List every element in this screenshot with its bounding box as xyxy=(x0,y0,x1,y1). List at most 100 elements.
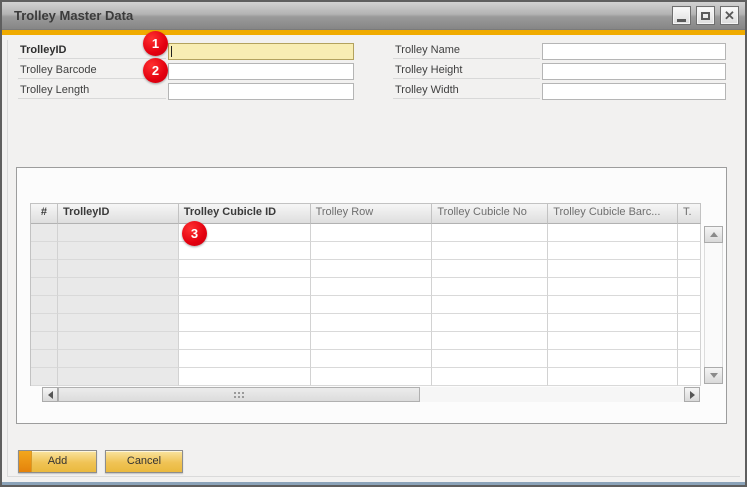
add-button[interactable]: Add xyxy=(18,450,97,473)
row-header-cell[interactable] xyxy=(31,242,58,260)
grid-cell[interactable] xyxy=(548,224,678,242)
row-header-cell[interactable] xyxy=(31,314,58,332)
grid-cell[interactable] xyxy=(58,260,179,278)
grid-cell[interactable] xyxy=(678,296,701,314)
annotation-badge-1: 1 xyxy=(143,31,168,56)
trolley-barcode-input[interactable] xyxy=(168,63,354,80)
grid-cell[interactable] xyxy=(311,242,433,260)
scroll-down-button[interactable] xyxy=(704,367,723,384)
grid-cell[interactable] xyxy=(58,314,179,332)
row-header-cell[interactable] xyxy=(31,350,58,368)
minimize-button[interactable] xyxy=(672,6,691,25)
trolleyid-input[interactable] xyxy=(168,43,354,60)
grid-cell[interactable] xyxy=(548,332,678,350)
row-header-cell[interactable] xyxy=(31,296,58,314)
grid-cell[interactable] xyxy=(548,368,678,386)
column-header-number[interactable]: # xyxy=(31,204,58,224)
grid-cell[interactable] xyxy=(678,242,701,260)
grid-cell[interactable] xyxy=(58,296,179,314)
grid-cell[interactable] xyxy=(179,332,311,350)
grid-cell[interactable] xyxy=(58,224,179,242)
table-row xyxy=(31,314,701,332)
grid-cell[interactable] xyxy=(58,332,179,350)
grid-body xyxy=(31,224,701,386)
grid-cell[interactable] xyxy=(311,224,433,242)
trolley-height-input[interactable] xyxy=(542,63,726,80)
cancel-button[interactable]: Cancel xyxy=(105,450,183,473)
column-header-trolley-cubicle-barcode[interactable]: Trolley Cubicle Barc... xyxy=(548,204,678,224)
table-row xyxy=(31,242,701,260)
grid-cell[interactable] xyxy=(58,350,179,368)
row-header-cell[interactable] xyxy=(31,260,58,278)
trolley-width-input[interactable] xyxy=(542,83,726,100)
grid-cell[interactable] xyxy=(678,278,701,296)
table-row xyxy=(31,278,701,296)
grid-cell[interactable] xyxy=(548,278,678,296)
vertical-scrollbar-track[interactable] xyxy=(704,226,723,384)
grid-cell[interactable] xyxy=(678,350,701,368)
grid-cell[interactable] xyxy=(311,350,433,368)
grid-cell[interactable] xyxy=(58,242,179,260)
grid-cell[interactable] xyxy=(432,242,548,260)
grid-cell[interactable] xyxy=(179,296,311,314)
cancel-button-label: Cancel xyxy=(127,455,161,467)
grid-cell[interactable] xyxy=(678,368,701,386)
grid-cell[interactable] xyxy=(432,314,548,332)
grid-cell[interactable] xyxy=(179,314,311,332)
grid-cell[interactable] xyxy=(311,368,433,386)
scroll-left-button[interactable] xyxy=(42,387,58,402)
grid-cell[interactable] xyxy=(58,368,179,386)
row-header-cell[interactable] xyxy=(31,224,58,242)
grid-cell[interactable] xyxy=(548,242,678,260)
grid-cell[interactable] xyxy=(179,278,311,296)
grid-cell[interactable] xyxy=(432,278,548,296)
column-header-trolley-cubicle-no[interactable]: Trolley Cubicle No xyxy=(432,204,548,224)
grid-cell[interactable] xyxy=(678,332,701,350)
grid-cell[interactable] xyxy=(432,296,548,314)
default-button-indicator xyxy=(19,451,32,472)
thumb-grip-icon xyxy=(234,392,236,394)
trolley-width-label: Trolley Width xyxy=(393,82,540,99)
grid-cell[interactable] xyxy=(179,260,311,278)
accent-bar xyxy=(2,30,745,35)
grid-cell[interactable] xyxy=(432,368,548,386)
grid-cell[interactable] xyxy=(432,224,548,242)
column-header-trolley-row[interactable]: Trolley Row xyxy=(311,204,433,224)
scroll-right-button[interactable] xyxy=(684,387,700,402)
grid-cell[interactable] xyxy=(179,368,311,386)
row-header-cell[interactable] xyxy=(31,368,58,386)
horizontal-scrollbar-thumb[interactable] xyxy=(58,387,420,402)
grid-cell[interactable] xyxy=(311,332,433,350)
trolley-length-input[interactable] xyxy=(168,83,354,100)
grid-cell[interactable] xyxy=(311,296,433,314)
text-caret xyxy=(171,46,172,57)
maximize-button[interactable] xyxy=(696,6,715,25)
row-header-cell[interactable] xyxy=(31,332,58,350)
grid-cell[interactable] xyxy=(432,332,548,350)
column-header-trolleyid[interactable]: TrolleyID xyxy=(58,204,179,224)
grid-cell[interactable] xyxy=(548,296,678,314)
grid-cell[interactable] xyxy=(311,278,433,296)
column-header-t[interactable]: T. xyxy=(678,204,701,224)
grid-cell[interactable] xyxy=(548,260,678,278)
grid-cell[interactable] xyxy=(311,314,433,332)
trolley-height-label: Trolley Height xyxy=(393,62,540,79)
title-bar[interactable]: Trolley Master Data xyxy=(2,2,745,30)
grid-cell[interactable] xyxy=(678,314,701,332)
table-row xyxy=(31,368,701,386)
grid-cell[interactable] xyxy=(179,350,311,368)
grid-cell[interactable] xyxy=(548,314,678,332)
table-row xyxy=(31,332,701,350)
grid-cell[interactable] xyxy=(432,260,548,278)
grid-cell[interactable] xyxy=(58,278,179,296)
grid-cell[interactable] xyxy=(678,224,701,242)
grid-cell[interactable] xyxy=(678,260,701,278)
row-header-cell[interactable] xyxy=(31,278,58,296)
grid-cell[interactable] xyxy=(311,260,433,278)
annotation-badge-3: 3 xyxy=(182,221,207,246)
scroll-up-button[interactable] xyxy=(704,226,723,243)
grid-cell[interactable] xyxy=(432,350,548,368)
close-button[interactable]: ✕ xyxy=(720,6,739,25)
trolley-name-input[interactable] xyxy=(542,43,726,60)
grid-cell[interactable] xyxy=(548,350,678,368)
